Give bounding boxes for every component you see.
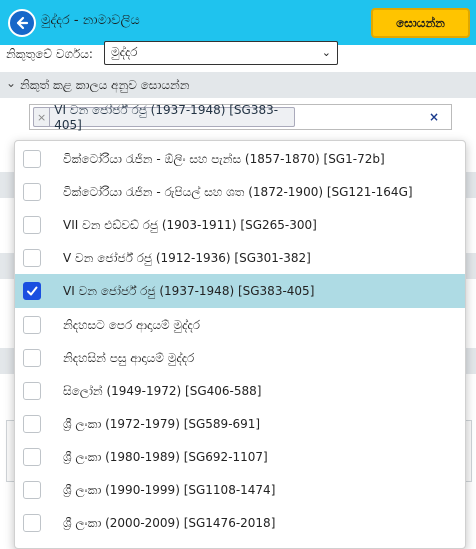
checkbox[interactable] bbox=[23, 150, 41, 168]
checkbox[interactable] bbox=[23, 348, 41, 367]
checkbox[interactable] bbox=[23, 249, 41, 268]
dropdown-option[interactable]: ශ්‍රී ලංකා (1972-1979) [SG589-691] bbox=[15, 407, 465, 441]
back-button[interactable] bbox=[8, 9, 36, 37]
option-label: වික්ටෝරියා රැජින - ඕලිං සහ පැන්ස (1857-1… bbox=[63, 152, 385, 166]
chevron-down-icon: ⌄ bbox=[6, 76, 17, 90]
category-label: නිකුතුවේ වර්ගය: bbox=[6, 47, 93, 61]
period-section-header[interactable]: ⌄ නිකුත් කළ කාලය අනුව සොයන්න bbox=[0, 72, 476, 98]
dropdown-option[interactable]: V වන ජෝර්ජ් රජු (1912-1936) [SG301-382] bbox=[15, 241, 465, 275]
checkbox[interactable] bbox=[23, 514, 41, 533]
chevron-down-icon: ⌄ bbox=[321, 46, 331, 59]
option-label: V වන ජෝර්ජ් රජු (1912-1936) [SG301-382] bbox=[63, 251, 311, 266]
page-title: මුද්දර - නාමාවලිය bbox=[41, 13, 140, 28]
option-label: ශ්‍රී ලංකා (2000-2009) [SG1476-2018] bbox=[63, 516, 276, 531]
dropdown-option[interactable]: සිලෝන් (1949-1972) [SG406-588] bbox=[15, 374, 465, 408]
option-label: VII වන එඩ්වඩ් රජු (1903-1911) [SG265-300… bbox=[63, 218, 317, 233]
remove-tag-icon[interactable]: × bbox=[34, 108, 51, 126]
checkbox[interactable] bbox=[23, 447, 41, 466]
checkbox[interactable] bbox=[23, 282, 41, 301]
checkbox[interactable] bbox=[23, 216, 41, 235]
clear-selection-icon[interactable]: × bbox=[429, 110, 439, 124]
category-select[interactable]: මුද්දර ⌄ bbox=[104, 41, 338, 65]
checkbox[interactable] bbox=[23, 183, 41, 202]
dropdown-option[interactable]: VII වන එඩ්වඩ් රජු (1903-1911) [SG265-300… bbox=[15, 208, 465, 242]
dropdown-option[interactable]: ශ්‍රී ලංකා (1980-1989) [SG692-1107] bbox=[15, 440, 465, 474]
option-label: ශ්‍රී ලංකා (1972-1979) [SG589-691] bbox=[63, 416, 261, 431]
arrow-left-icon bbox=[16, 16, 29, 30]
app-header: මුද්දර - නාමාවලිය සොයන්න bbox=[0, 0, 476, 45]
option-label: වික්ටෝරියා රැජින - රුපියල් සහ ශත (1872-1… bbox=[63, 185, 413, 200]
selected-period-tag: × VI වන ජෝර්ජ් රජු (1937-1948) [SG383-40… bbox=[33, 103, 295, 132]
option-label: ශ්‍රී ලංකා (1980-1989) [SG692-1107] bbox=[63, 449, 268, 464]
checkbox[interactable] bbox=[23, 381, 41, 400]
option-label: නිදහසින් පසු ආදායම් මුද්දර bbox=[63, 350, 195, 365]
dropdown-option[interactable]: VI වන ජෝර්ජ් රජු (1937-1948) [SG383-405] bbox=[15, 274, 465, 309]
checkmark-icon bbox=[27, 286, 38, 296]
category-selected-value: මුද්දර bbox=[111, 45, 138, 59]
option-label: සිලෝන් (1949-1972) [SG406-588] bbox=[63, 383, 262, 398]
period-multi-select[interactable]: × VI වන ජෝර්ජ් රජු (1937-1948) [SG383-40… bbox=[29, 103, 452, 132]
checkbox[interactable] bbox=[23, 481, 41, 499]
option-label: නිදහසට පෙර ආදායම් මුද්දර bbox=[63, 317, 200, 332]
option-label: VI වන ජෝර්ජ් රජු (1937-1948) [SG383-405] bbox=[63, 284, 315, 299]
search-button[interactable]: සොයන්න bbox=[371, 8, 470, 38]
dropdown-option[interactable]: වික්ටෝරියා රැජින - ඕලිං සහ පැන්ස (1857-1… bbox=[15, 142, 465, 176]
period-dropdown-list: වික්ටෝරියා රැජින - ඕලිං සහ පැන්ස (1857-1… bbox=[14, 140, 466, 549]
dropdown-option[interactable]: නිදහසින් පසු ආදායම් මුද්දර bbox=[15, 341, 465, 375]
dropdown-option[interactable]: නිදහසට පෙර ආදායම් මුද්දර bbox=[15, 308, 465, 342]
option-label: ශ්‍රී ලංකා (1990-1999) [SG1108-1474] bbox=[63, 483, 276, 497]
checkbox[interactable] bbox=[23, 315, 41, 334]
checkbox[interactable] bbox=[23, 414, 41, 433]
dropdown-option[interactable]: වික්ටෝරියා රැජින - රුපියල් සහ ශත (1872-1… bbox=[15, 175, 465, 209]
period-section-title: නිකුත් කළ කාලය අනුව සොයන්න bbox=[20, 78, 190, 92]
dropdown-option[interactable]: ශ්‍රී ලංකා (2000-2009) [SG1476-2018] bbox=[15, 506, 465, 540]
dropdown-option[interactable]: ශ්‍රී ලංකා (1990-1999) [SG1108-1474] bbox=[15, 473, 465, 507]
selected-period-label: VI වන ජෝර්ජ් රජු (1937-1948) [SG383-405] bbox=[54, 102, 279, 132]
